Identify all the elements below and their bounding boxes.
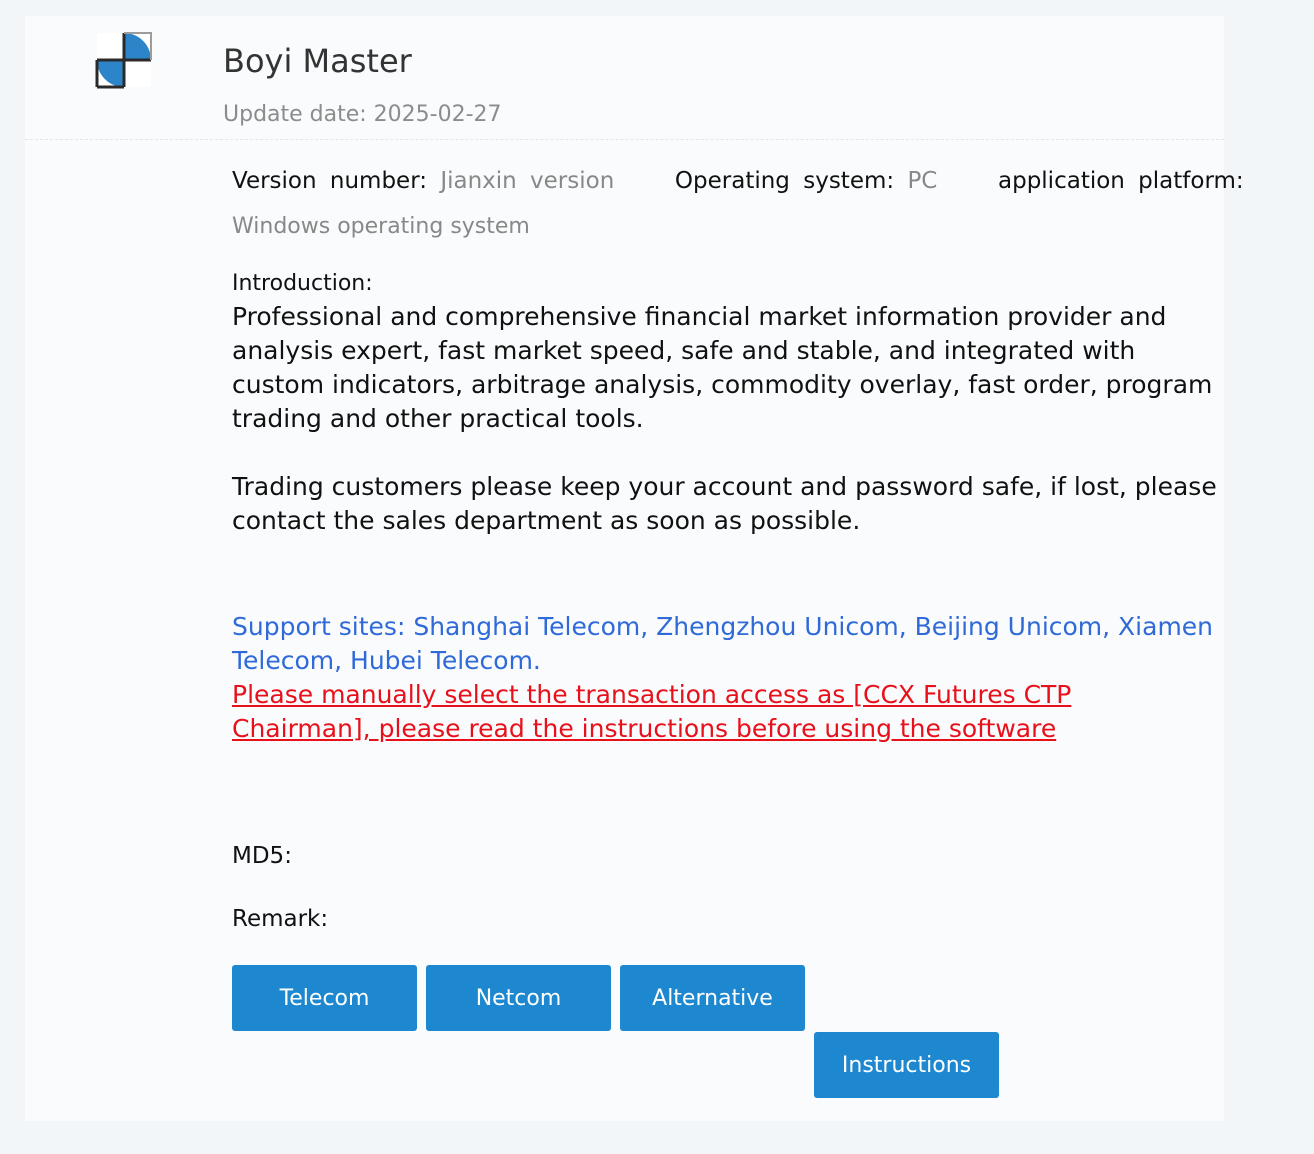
telecom-download-button[interactable]: Telecom	[232, 965, 417, 1031]
instructions-warning-link[interactable]: Please manually select the transaction a…	[232, 680, 1071, 743]
intro-text: Professional and comprehensive financial…	[232, 300, 1217, 538]
intro-paragraph: Trading customers please keep your accou…	[232, 472, 1217, 535]
meta-row: Version number: Jianxin version Operatin…	[232, 161, 1244, 207]
app-detail-card: Boyi Master Update date: 2025-02-27 Vers…	[25, 16, 1244, 1121]
intro-paragraph: Professional and comprehensive financial…	[232, 302, 1213, 433]
intro-label: Introduction:	[232, 271, 373, 296]
alternative-download-button[interactable]: Alternative	[620, 965, 805, 1031]
platform-value: Windows operating system	[232, 214, 530, 239]
update-date: Update date: 2025-02-27	[223, 102, 502, 127]
support-sites: Support sites: Shanghai Telecom, Zhengzh…	[232, 612, 1214, 675]
remark-label: Remark:	[232, 906, 329, 932]
app-title: Boyi Master	[223, 42, 412, 80]
app-logo-icon	[95, 32, 152, 89]
app-logo	[95, 31, 153, 89]
version-value: Jianxin version	[440, 168, 615, 194]
version-label: Version number:	[232, 168, 427, 194]
app-header: Boyi Master Update date: 2025-02-27	[25, 16, 1224, 140]
app-details: Version number: Jianxin version Operatin…	[232, 161, 1244, 1098]
netcom-download-button[interactable]: Netcom	[426, 965, 611, 1031]
os-value: PC	[907, 168, 938, 194]
md5-label: MD5:	[232, 843, 292, 869]
instructions-button[interactable]: Instructions	[814, 1032, 999, 1098]
os-label: Operating system:	[674, 168, 895, 194]
platform-label: application platform:	[998, 168, 1244, 194]
